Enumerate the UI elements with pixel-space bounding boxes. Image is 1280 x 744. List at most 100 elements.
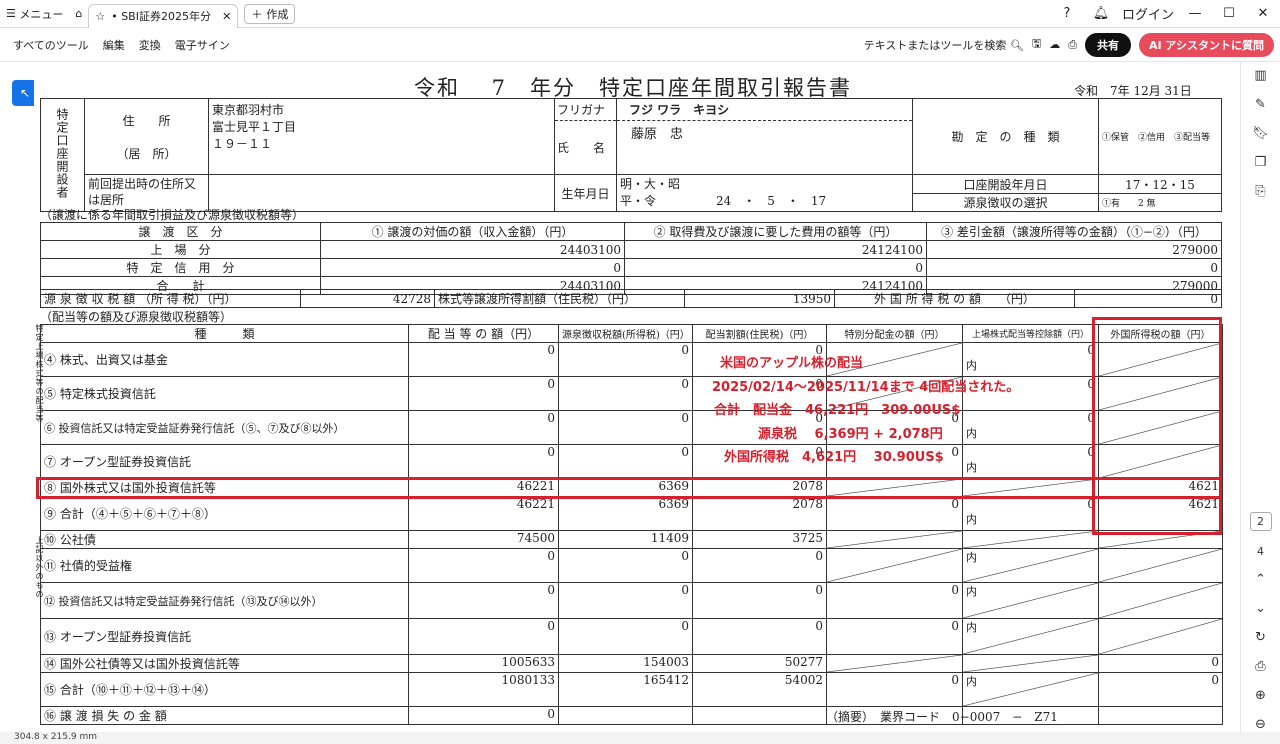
cell-d: 0 bbox=[826, 618, 963, 655]
cell-a: 0 bbox=[408, 706, 559, 725]
menu-esign[interactable]: 電子サイン bbox=[168, 37, 237, 53]
cell-e: 0内 bbox=[962, 444, 1099, 479]
menu-edit[interactable]: 編集 bbox=[96, 37, 132, 53]
save-icon[interactable]: 🖫 bbox=[1032, 35, 1041, 54]
address-line2: 富士見平１丁目 bbox=[212, 120, 297, 134]
ai-assistant-button[interactable]: AI アシスタントに質問 bbox=[1139, 32, 1274, 57]
chevron-up-icon[interactable]: ⌃ bbox=[1255, 572, 1266, 587]
cell-d bbox=[826, 530, 963, 549]
cell-c: 54002 bbox=[692, 672, 827, 707]
menu-convert[interactable]: 変換 bbox=[132, 37, 168, 53]
bookmark-icon[interactable]: 🔖︎ bbox=[1252, 126, 1269, 141]
address-line3: １９－１１ bbox=[212, 137, 273, 151]
row-label: ④ 株式、出資又は基金 bbox=[40, 342, 409, 377]
chevron-down-icon[interactable]: ⌄ bbox=[1255, 601, 1266, 616]
plus-icon: ＋ bbox=[251, 7, 263, 21]
cell-f: 0 bbox=[1098, 654, 1223, 673]
inner-mark: 内 bbox=[966, 551, 977, 564]
attachment-icon[interactable]: ⎘ bbox=[1255, 184, 1265, 199]
open-date-label: 口座開設年月日 bbox=[912, 174, 1099, 194]
print-icon[interactable]: ⎙ bbox=[1068, 38, 1077, 52]
row-label: ⑥ 投資信託又は特定受益証券発行信託（⑤、⑦及び⑧以外） bbox=[40, 410, 409, 445]
cell-e bbox=[962, 654, 1099, 673]
furigana-value: フジ ワラ キヨシ bbox=[617, 100, 912, 121]
share-button[interactable]: 共有 bbox=[1085, 32, 1131, 57]
dividend-table: 種 類 配 当 等 の 額（円） 源泉徴収税額(所得税)（円） 配当割額(住民税… bbox=[40, 324, 1223, 725]
address-line1: 東京都羽村市 bbox=[212, 103, 285, 117]
resident-tax-value: 13950 bbox=[684, 289, 835, 308]
cell-d bbox=[826, 654, 963, 673]
annotation-line2: 2025/02/14～2025/11/14まで 4回配当された。 bbox=[712, 380, 1020, 395]
help-icon[interactable]: ? bbox=[1050, 6, 1084, 21]
refresh-icon[interactable]: ↻ bbox=[1255, 630, 1266, 645]
withholding-options: ①有 2 無 bbox=[1098, 193, 1222, 212]
cell-b: 0 bbox=[558, 376, 693, 411]
open-date-value: 17・12・15 bbox=[1098, 174, 1222, 194]
row-label: ⑬ オープン型証券投資信託 bbox=[40, 618, 409, 655]
cell-b: 154003 bbox=[558, 654, 693, 673]
name-label: 氏 名 bbox=[557, 141, 606, 155]
close-icon[interactable]: ✕ bbox=[222, 10, 231, 23]
comment-icon[interactable]: ✎ bbox=[1255, 97, 1266, 112]
table-row: ⑫ 投資信託又は特定受益証券発行信託（⑬及び⑭以外） 0 0 0 0 内 bbox=[40, 582, 1223, 619]
cell-e bbox=[962, 530, 1099, 549]
cell-f bbox=[1098, 618, 1223, 655]
page-export-icon[interactable]: ⎙ bbox=[1255, 659, 1265, 674]
cell-a: 0 bbox=[408, 582, 559, 619]
right-rail: ▥ ✎ 🔖︎ ❐ ⎘ 2 4 ⌃ ⌄ ↻ ⎙ ⊕ ⊖ bbox=[1240, 62, 1280, 732]
cell-d: 0 bbox=[826, 496, 963, 531]
cell-b: 11409 bbox=[558, 530, 693, 549]
row-label: ⑮ 合計（⑩＋⑪＋⑫＋⑬＋⑭） bbox=[40, 672, 409, 707]
page-number-current[interactable]: 2 bbox=[1249, 511, 1272, 531]
cell-c: 2078 bbox=[692, 496, 827, 531]
star-icon[interactable]: ☆ bbox=[95, 10, 105, 23]
table-row: ⑮ 合計（⑩＋⑪＋⑫＋⑬＋⑭） 1080133 165412 54002 0 内 0 bbox=[40, 672, 1223, 707]
cell-a: 0 bbox=[408, 618, 559, 655]
minimize-icon[interactable]: — bbox=[1178, 6, 1212, 21]
maximize-icon[interactable]: ☐ bbox=[1212, 6, 1246, 21]
bell-icon[interactable]: 🔔︎ bbox=[1084, 6, 1118, 21]
table-row: ⑬ オープン型証券投資信託 0 0 0 0 内 bbox=[40, 618, 1223, 655]
pages-icon[interactable]: ❐ bbox=[1255, 155, 1267, 170]
cell-b bbox=[558, 706, 693, 725]
zoom-out-icon[interactable]: ⊖ bbox=[1255, 717, 1266, 732]
panel-icon[interactable]: ▥ bbox=[1254, 68, 1266, 83]
inner-mark: 内 bbox=[966, 585, 977, 598]
page-number-total: 4 bbox=[1257, 545, 1264, 558]
holder-table: 特定口座開設者 住 所（居 所） 東京都羽村市 富士見平１丁目 １９－１１ フリガナ… bbox=[40, 98, 1222, 212]
tab-document[interactable]: ☆ • SBI証券2025年分「... ✕ bbox=[88, 3, 239, 28]
window-close-icon[interactable]: ✕ bbox=[1246, 6, 1280, 21]
cell-c: 0 bbox=[692, 618, 827, 655]
transfer-section-title: （譲渡に係る年間取引損益及び源泉徴収税額等） bbox=[40, 208, 305, 222]
inner-mark: 内 bbox=[966, 359, 977, 372]
home-icon[interactable]: ⌂ bbox=[69, 0, 88, 28]
cell-a: 74500 bbox=[408, 530, 559, 549]
cell-d bbox=[826, 548, 963, 583]
highlight-foreign-stock-row bbox=[36, 477, 1222, 499]
table-row: ⑤ 特定株式投資信託 0 0 0 0 bbox=[40, 376, 1223, 411]
menu-all-tools[interactable]: すべてのツール bbox=[6, 37, 96, 53]
table-row: ⑨ 合計（④＋⑤＋⑥＋⑦＋⑧） 46221 6369 2078 0 0 内 4621 bbox=[40, 496, 1223, 531]
menu-button[interactable]: ☰ メニュー bbox=[0, 0, 69, 28]
login-link[interactable]: ログイン bbox=[1118, 4, 1178, 23]
tool-search[interactable]: テキストまたはツールを検索 🔍︎ bbox=[864, 37, 1024, 53]
account-type-label: 勘 定 の 種 類 bbox=[912, 98, 1099, 175]
dividend-header: 種 類 bbox=[40, 324, 409, 343]
table-row: ⑩ 公社債 74500 11409 3725 bbox=[40, 530, 1223, 549]
furigana-label: フリガナ bbox=[555, 100, 616, 121]
document-page: 令和 7 年分 特定口座年間取引報告書 令和 7年 12月 31日 特定口座開設… bbox=[34, 62, 1230, 732]
upload-icon[interactable]: ☁ bbox=[1049, 38, 1060, 51]
cell-a: 1005633 bbox=[408, 654, 559, 673]
zoom-in-icon[interactable]: ⊕ bbox=[1255, 688, 1266, 703]
inner-mark: 内 bbox=[966, 621, 977, 634]
table-row: ④ 株式、出資又は基金 0 0 0 0 内 bbox=[40, 342, 1223, 377]
new-tab-button[interactable]: ＋作成 bbox=[244, 3, 296, 24]
withholding-tax-value: 42728 bbox=[300, 289, 435, 308]
resident-tax-label: 株式等譲渡所得割額（住民税）（円） bbox=[434, 289, 685, 308]
cell-c: 3725 bbox=[692, 530, 827, 549]
cell-b: 0 bbox=[558, 410, 693, 445]
app-toolbar: すべてのツール 編集 変換 電子サイン テキストまたはツールを検索 🔍︎ 🖫 ☁… bbox=[0, 28, 1280, 62]
browser-tabbar: ☰ メニュー ⌂ ☆ • SBI証券2025年分「... ✕ ＋作成 ? 🔔︎ … bbox=[0, 0, 1280, 28]
cell-a: 0 bbox=[408, 444, 559, 479]
cell-e: 内 bbox=[962, 618, 1099, 655]
